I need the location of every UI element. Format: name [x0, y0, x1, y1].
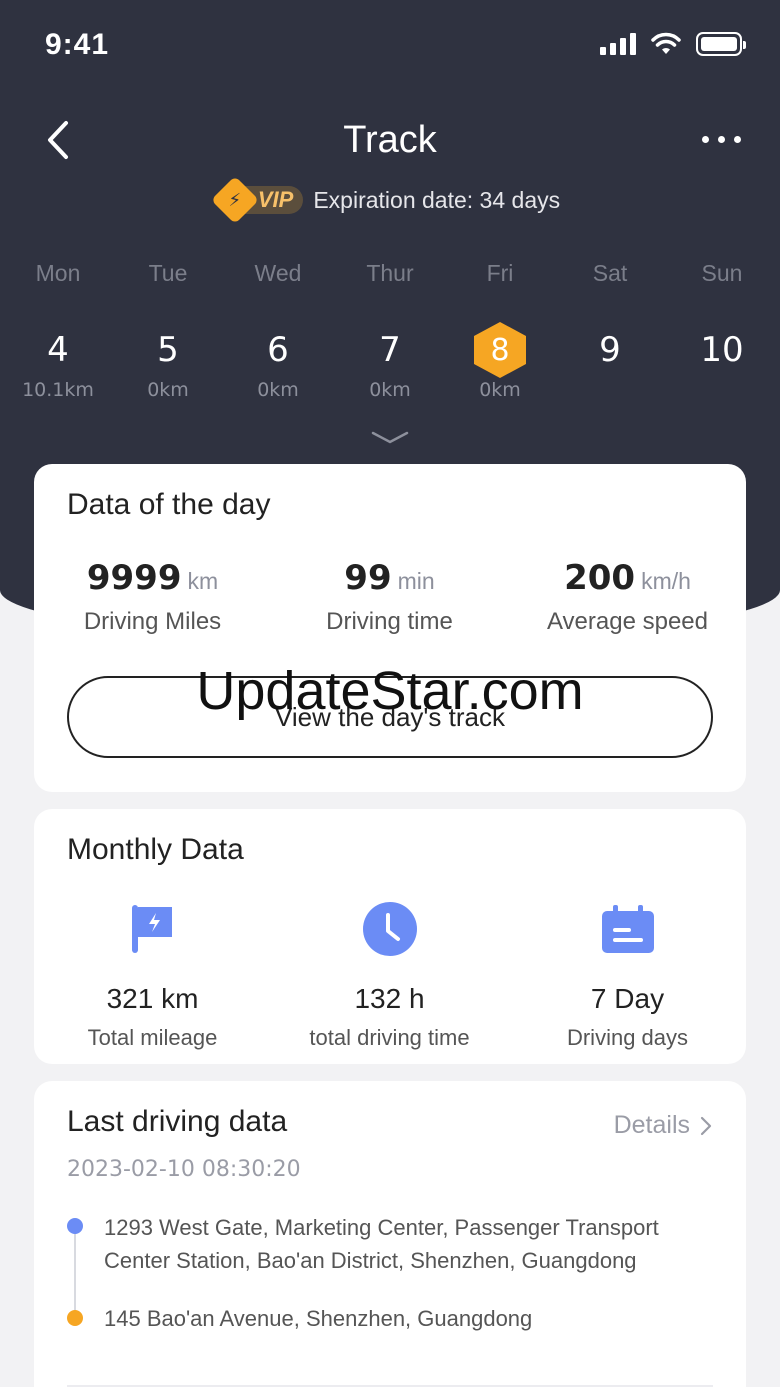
card-title: Last driving data — [67, 1105, 288, 1138]
route-line — [74, 1227, 76, 1319]
vip-row: ⚡ VIP Expiration date: 34 days — [0, 175, 780, 225]
day-name: Thur — [366, 260, 414, 286]
flag-icon — [131, 905, 172, 953]
stat-driving-time: 99 min Driving time — [326, 558, 453, 635]
day-thur[interactable]: Thur 7 0km — [334, 255, 446, 401]
day-number-selected: 8 — [444, 322, 556, 378]
last-driving-card: Last driving data Details 2023-02-10 08:… — [34, 1081, 746, 1387]
day-wed[interactable]: Wed 6 0km — [222, 255, 334, 401]
day-data-card: Data of the day 9999 km Driving Miles 99 m… — [34, 464, 746, 792]
day-name: Sat — [592, 260, 628, 286]
day-mon[interactable]: Mon 4 10.1km — [2, 255, 114, 401]
stat-driving-days: 7 Day Driving days — [509, 899, 746, 1051]
clock-icon — [362, 902, 417, 956]
vip-badge[interactable]: ⚡ VIP — [210, 175, 304, 225]
start-point-icon — [67, 1218, 83, 1234]
page-title: Track — [343, 119, 437, 161]
card-title: Data of the day — [67, 488, 271, 521]
status-icons — [600, 32, 746, 56]
wifi-icon — [651, 32, 681, 54]
status-time: 9:41 — [45, 28, 110, 61]
battery-icon — [696, 32, 746, 56]
view-day-track-button[interactable]: View the day's track — [67, 676, 713, 758]
card-title: Monthly Data — [67, 833, 244, 866]
day-number: 6 — [267, 330, 289, 370]
day-number: 10 — [700, 330, 744, 370]
route-start-address: 1293 West Gate, Marketing Center, Passen… — [104, 1215, 659, 1273]
day-number: 5 — [157, 330, 179, 370]
signal-icon — [600, 33, 636, 55]
stat-driving-miles: 9999 km Driving Miles — [83, 558, 222, 635]
last-driving-date: 2023-02-10 08:30:20 — [67, 1157, 301, 1182]
day-km: 0km — [369, 379, 411, 401]
stat-total-mileage: 321 km Total mileage — [34, 899, 271, 1051]
day-number: 4 — [47, 330, 69, 370]
day-name: Wed — [254, 260, 302, 286]
chevron-right-icon — [700, 1116, 712, 1135]
day-number: 9 — [599, 330, 621, 370]
vip-badge-label: VIP — [257, 187, 294, 212]
chevron-down-icon[interactable] — [370, 428, 410, 448]
day-sat[interactable]: Sat 9 — [554, 255, 666, 379]
day-km: 0km — [257, 379, 299, 401]
day-name: Sun — [701, 260, 743, 286]
more-dot-icon — [718, 135, 725, 143]
stat-average-speed: 200 km/h Average speed — [546, 558, 708, 635]
details-label: Details — [613, 1111, 690, 1139]
route-end-address: 145 Bao'an Avenue, Shenzhen, Guangdong — [104, 1306, 533, 1331]
end-point-icon — [67, 1310, 83, 1326]
calendar-icon — [601, 905, 654, 953]
monthly-data-card: Monthly Data 321 km Total mileage 132 h … — [34, 809, 746, 1064]
details-link[interactable]: Details — [614, 1111, 712, 1140]
more-dot-icon — [702, 135, 709, 143]
nav-bar: Track — [0, 105, 780, 175]
status-bar: 9:41 — [0, 0, 780, 90]
day-km: 10.1km — [22, 379, 94, 401]
stat-total-driving-time: 132 h total driving time — [271, 899, 508, 1051]
day-km: 0km — [147, 379, 189, 401]
more-button[interactable] — [702, 119, 742, 159]
day-km: 0km — [479, 379, 521, 401]
day-fri[interactable]: Fri 8 0km — [444, 255, 556, 401]
vip-expiration: Expiration date: 34 days — [313, 186, 561, 213]
day-sun[interactable]: Sun 10 — [666, 255, 778, 379]
day-name: Fri — [486, 260, 514, 286]
day-tue[interactable]: Tue 5 0km — [112, 255, 224, 401]
day-name: Mon — [35, 260, 81, 286]
more-dot-icon — [734, 135, 741, 143]
day-name: Tue — [148, 260, 188, 286]
day-number: 7 — [379, 330, 401, 370]
